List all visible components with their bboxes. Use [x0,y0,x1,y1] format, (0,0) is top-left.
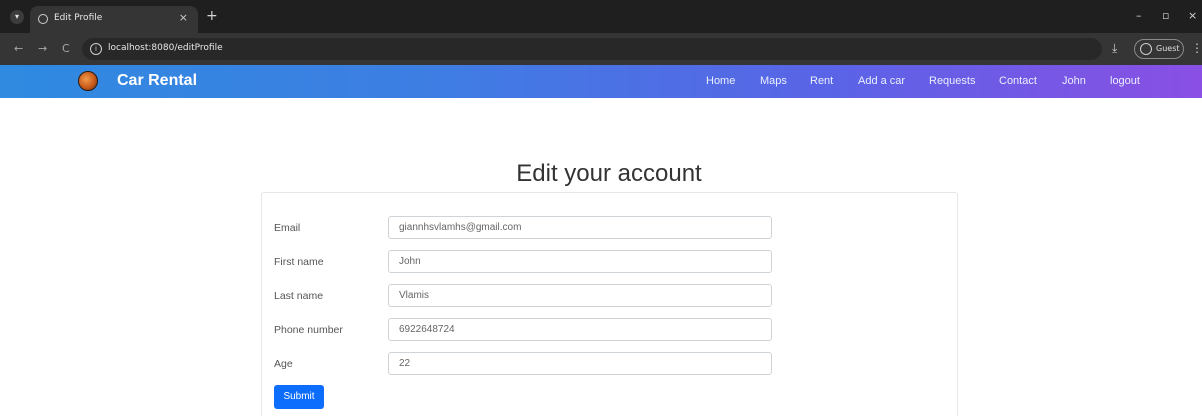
nav-link-home[interactable]: Home [706,75,735,87]
info-icon[interactable]: i [90,43,102,55]
tab-search-icon[interactable]: ▾ [10,10,24,24]
email-label: Email [274,222,301,234]
brand-name[interactable]: Car Rental [117,72,197,90]
window-close-icon[interactable]: × [1188,9,1197,22]
nav-link-user[interactable]: John [1062,75,1086,87]
nav-link-logout[interactable]: logout [1110,75,1140,87]
globe-icon [38,14,48,24]
first-name-field[interactable]: John [388,250,772,273]
url-text[interactable]: localhost:8080/editProfile [108,43,223,53]
avatar-icon [1140,43,1152,55]
car-logo-icon[interactable] [78,71,98,91]
download-icon[interactable]: ⤓ [1112,41,1117,56]
profile-label: Guest [1156,44,1180,53]
browser-tab-bar: ▾ Edit Profile × + – ▫ × [0,0,1202,33]
kebab-icon[interactable]: ⋮ [1191,41,1202,55]
nav-link-rent[interactable]: Rent [810,75,833,87]
close-icon[interactable]: × [179,11,188,24]
tab-title: Edit Profile [54,13,103,23]
address-bar[interactable]: i localhost:8080/editProfile [82,38,1102,60]
last-name-label: Last name [274,290,324,302]
submit-button[interactable]: Submit [274,385,324,409]
nav-link-contact[interactable]: Contact [999,75,1037,87]
age-field[interactable]: 22 [388,352,772,375]
nav-link-requests[interactable]: Requests [929,75,975,87]
phone-number-field[interactable]: 6922648724 [388,318,772,341]
restore-icon[interactable]: ▫ [1162,9,1169,22]
phone-number-label: Phone number [274,324,343,336]
nav-link-add-car[interactable]: Add a car [858,75,905,87]
back-icon[interactable]: ← [14,42,23,55]
profile-button[interactable]: Guest [1134,39,1184,59]
browser-tab[interactable]: Edit Profile × [30,6,198,33]
reload-icon[interactable]: C [62,42,70,55]
last-name-field[interactable]: Vlamis [388,284,772,307]
browser-toolbar: ← → C i localhost:8080/editProfile ⤓ Gue… [0,33,1202,65]
email-field[interactable]: giannhsvlamhs@gmail.com [388,216,772,239]
nav-link-maps[interactable]: Maps [760,75,787,87]
minimize-icon[interactable]: – [1136,9,1142,22]
page-title: Edit your account [516,160,702,187]
forward-icon[interactable]: → [38,42,47,55]
plus-icon[interactable]: + [206,8,218,24]
site-navbar: Car Rental Home Maps Rent Add a car Requ… [0,65,1202,98]
first-name-label: First name [274,256,324,268]
age-label: Age [274,358,293,370]
